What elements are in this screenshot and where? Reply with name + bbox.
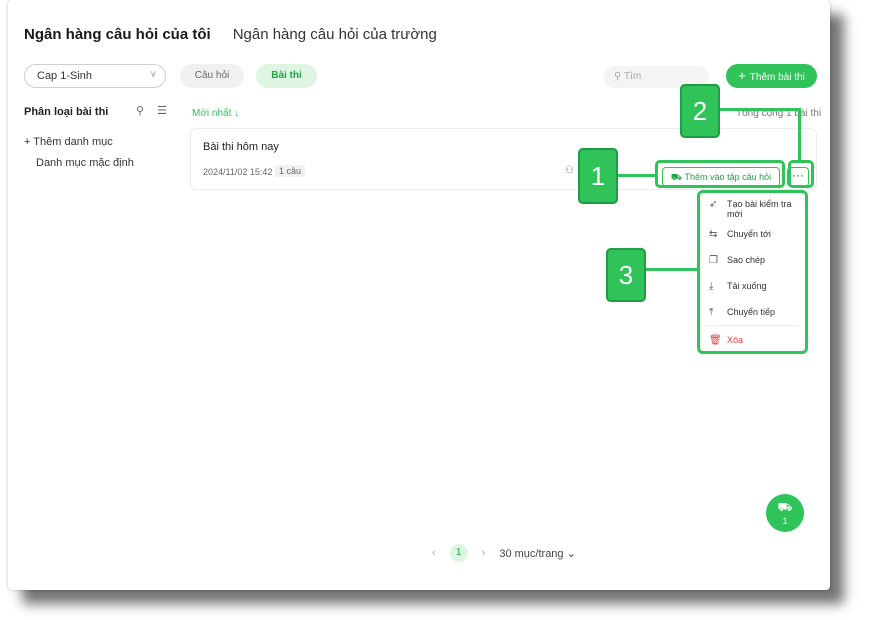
menu-item-label: Xóa <box>727 335 744 345</box>
tab-my-bank[interactable]: Ngân hàng câu hỏi của tôi <box>24 26 211 43</box>
swap-icon: ⇆ <box>709 229 718 240</box>
add-category-link[interactable]: + Thêm danh mục <box>24 136 113 148</box>
users-icon: ⚇ <box>565 165 574 176</box>
per-page-label: 30 mục/trang <box>499 547 564 560</box>
copy-icon: ❐ <box>709 255 718 266</box>
menu-item-download[interactable]: ⤓ Tải xuống <box>709 281 767 292</box>
add-exam-button[interactable]: + Thêm bài thi <box>726 64 817 88</box>
plus-icon: + <box>738 68 746 83</box>
callout-3-line <box>646 268 698 271</box>
page-current[interactable]: 1 <box>449 544 468 562</box>
highlight-add-to-set <box>655 160 785 188</box>
menu-item-label: Tải xuống <box>727 281 767 291</box>
question-basket-button[interactable]: ⛟ 1 <box>766 494 804 532</box>
chevron-down-icon: ∨ <box>149 69 157 80</box>
menu-item-delete[interactable]: 🗑 Xóa <box>709 335 743 346</box>
menu-item-create-test[interactable]: ➶ Tạo bài kiểm tra mới <box>709 199 797 219</box>
trash-icon: 🗑 <box>709 335 722 346</box>
question-count-badge: 1 câu <box>275 165 306 177</box>
callout-2-line <box>720 108 800 111</box>
share-icon: ⤒ <box>709 307 714 318</box>
subject-select-value: Cap 1-Sinh <box>37 70 93 82</box>
basket-icon: ⛟ <box>777 500 793 514</box>
exam-action-menu: ➶ Tạo bài kiểm tra mới ⇆ Chuyển tới ❐ Sa… <box>697 190 808 354</box>
pill-exams[interactable]: Bài thi <box>256 64 317 88</box>
menu-divider <box>706 325 799 326</box>
basket-count: 1 <box>782 516 788 526</box>
callout-2-line-down <box>798 108 801 162</box>
add-exam-label: Thêm bài thi <box>749 72 805 83</box>
menu-item-copy[interactable]: ❐ Sao chép <box>709 255 765 266</box>
menu-item-forward[interactable]: ⤒ Chuyển tiếp <box>709 307 775 318</box>
next-page-icon[interactable]: › <box>482 547 486 559</box>
pagination: ‹ 1 › 30 mục/trang ⌄ <box>432 544 576 562</box>
callout-3: 3 <box>606 248 646 302</box>
sidebar-title: Phân loại bài thi <box>24 106 109 118</box>
search-placeholder: Tìm <box>623 71 642 82</box>
search-icon: ⚲ <box>614 71 622 82</box>
callout-1-line <box>618 174 656 177</box>
sort-newest[interactable]: Mới nhất ↓ <box>192 108 239 119</box>
menu-item-label: Chuyển tới <box>727 229 771 239</box>
subject-select[interactable]: Cap 1-Sinh ∨ <box>24 64 166 88</box>
pill-questions[interactable]: Câu hỏi <box>180 64 244 88</box>
menu-item-label: Tạo bài kiểm tra mới <box>727 199 792 219</box>
menu-item-label: Chuyển tiếp <box>727 307 776 317</box>
prev-page-icon[interactable]: ‹ <box>432 547 436 559</box>
collapse-icon[interactable]: ☰ <box>157 105 167 117</box>
app-window: Ngân hàng câu hỏi của tôi Ngân hàng câu … <box>12 4 827 582</box>
bank-tabs: Ngân hàng câu hỏi của tôi Ngân hàng câu … <box>24 26 437 43</box>
exam-date: 2024/11/02 15:42 <box>203 167 273 177</box>
sidebar-tools: ⚲ ☰ <box>136 104 177 117</box>
highlight-more-button <box>788 160 814 188</box>
menu-item-label: Sao chép <box>727 255 766 265</box>
search-icon[interactable]: ⚲ <box>136 105 144 117</box>
callout-2: 2 <box>680 84 720 138</box>
send-icon: ➶ <box>709 199 718 210</box>
menu-item-move[interactable]: ⇆ Chuyển tới <box>709 229 771 240</box>
per-page-select[interactable]: 30 mục/trang ⌄ <box>499 547 575 560</box>
download-icon: ⤓ <box>709 281 714 292</box>
tab-school-bank[interactable]: Ngân hàng câu hỏi của trường <box>233 26 437 43</box>
callout-1: 1 <box>578 148 618 204</box>
exam-title[interactable]: Bài thi hôm nay <box>203 141 279 153</box>
category-default[interactable]: Danh mục mặc định <box>36 157 134 169</box>
